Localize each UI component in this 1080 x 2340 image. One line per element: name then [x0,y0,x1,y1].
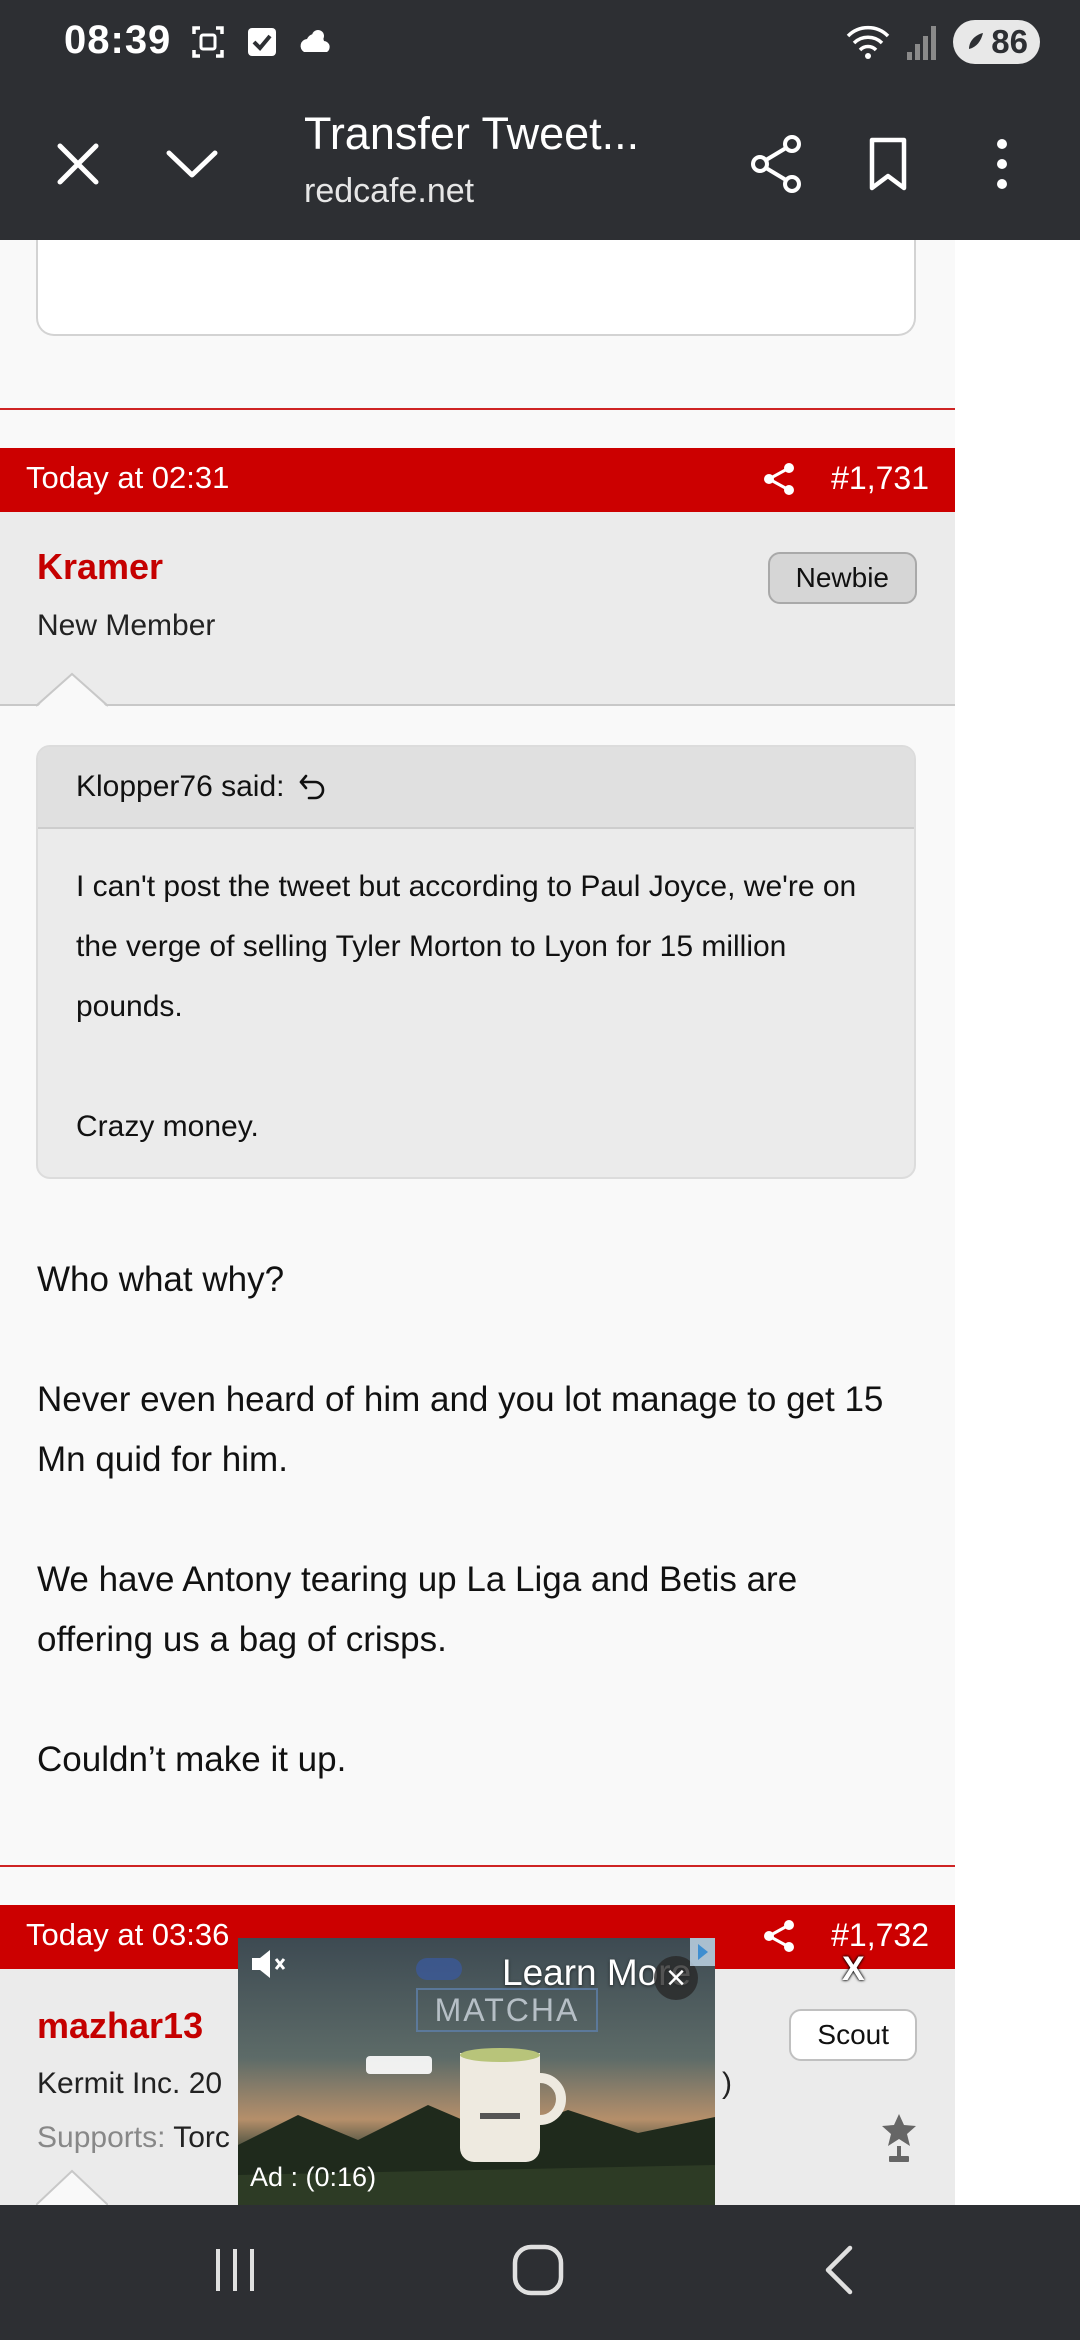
mute-icon[interactable] [246,1944,290,1984]
ad-dismiss-button[interactable]: X [842,1950,865,1989]
ad-timer: Ad : (0:16) [250,2162,377,2192]
battery-icon [969,33,984,49]
page-title: Transfer Tweet... [304,108,640,159]
quote-header[interactable]: Klopper76 said: [38,747,914,829]
status-bar: 08:39 86 [0,0,1080,88]
user-arrow-notch [36,672,108,708]
user-info: Kramer New Member Newbie [0,512,955,706]
share-button[interactable] [738,126,814,202]
recent-apps-button[interactable] [195,2235,275,2305]
signal-icon [907,26,937,60]
supports-value: Torc [173,2121,230,2154]
screenshot-icon [192,26,224,58]
quote-paragraph: I can't post the tweet but according to … [76,870,857,1023]
right-margin [955,240,1080,2205]
ad-brand-text: MATCHA [416,1988,598,2032]
more-icon [997,139,1007,189]
ad-overlay-pill [416,1958,462,1980]
ad-overlay-bubble [366,2056,432,2074]
battery-level: 86 [991,23,1028,60]
back-button[interactable] [800,2235,880,2305]
user-title: Kermit Inc. 20 [37,2067,223,2100]
weather-icon [300,30,330,52]
supports-line: Supports: Torc [37,2121,230,2155]
user-title-tail: ) [722,2067,732,2100]
quote-body: I can't post the tweet but according to … [38,829,914,1177]
home-button[interactable] [498,2235,578,2305]
status-right-icons: 86 [845,20,1040,64]
recent-apps-icon [216,2249,254,2291]
user-badge: Scout [789,2009,917,2061]
post-paragraph: Who what why? [37,1260,285,1299]
quote-block: Klopper76 said: I can't post the tweet b… [36,745,916,1179]
trophy-star-icon[interactable] [878,2112,920,2164]
jump-to-quote-icon[interactable] [298,772,328,802]
close-tab-button[interactable] [40,126,116,202]
ad-choices-icon[interactable] [690,1938,715,1966]
wifi-icon [847,25,890,59]
quote-paragraph: Crazy money. [76,1110,259,1143]
bookmark-button[interactable] [850,126,926,202]
user-title: New Member [37,609,216,642]
ad-mug-graphic [460,2048,566,2162]
post-number[interactable]: #1,731 [831,460,929,497]
minimize-button[interactable] [154,126,230,202]
chevron-down-icon [166,150,218,178]
status-left-icons [188,22,336,62]
post-separator [0,408,955,410]
page-url[interactable]: redcafe.net [304,172,474,211]
post-header: Today at 02:31 #1,731 [0,448,955,512]
post-paragraph: We have Antony tearing up La Liga and Be… [37,1560,798,1659]
post-share-icon[interactable] [762,1919,796,1953]
home-icon [512,2244,564,2296]
browser-toolbar: Transfer Tweet... redcafe.net [0,88,1080,240]
post-paragraph: Couldn’t make it up. [37,1740,347,1779]
quote-author: Klopper76 said: [76,770,285,803]
post-share-icon[interactable] [762,462,796,496]
supports-label: Supports: [37,2121,166,2154]
more-options-button[interactable] [964,126,1040,202]
username[interactable]: mazhar13 [37,2005,203,2047]
user-badge: Newbie [767,552,917,604]
post-body: Who what why? Never even heard of him an… [37,1250,917,1850]
close-icon [57,143,99,185]
post-separator [0,1865,955,1867]
bookmark-icon [869,137,907,191]
system-nav-bar [0,2205,1080,2340]
previous-post-box [36,240,916,336]
status-time: 08:39 [64,18,172,62]
battery-indicator: 86 [953,20,1040,64]
screen: 08:39 86 Transfer Tweet... redcafe.net T… [0,0,1080,2340]
user-arrow-notch [36,2169,108,2205]
back-icon [825,2245,853,2295]
check-icon [248,28,276,56]
post-date[interactable]: Today at 02:31 [26,460,229,496]
page-content[interactable]: Today at 02:31 #1,731 Kramer New Member … [0,240,955,2205]
post-date[interactable]: Today at 03:36 [26,1917,229,1953]
post-number[interactable]: #1,732 [831,1917,929,1954]
share-icon [751,135,801,193]
post-paragraph: Never even heard of him and you lot mana… [37,1380,884,1479]
username[interactable]: Kramer [37,546,163,588]
video-ad[interactable]: MATCHA Learn More × Ad : (0:16) [238,1938,715,2205]
